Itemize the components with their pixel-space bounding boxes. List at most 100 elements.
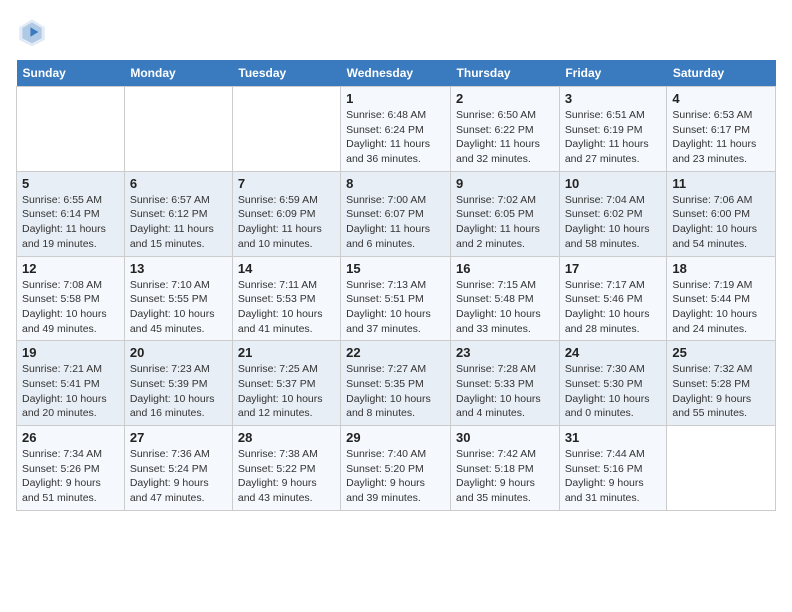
day-info: Sunrise: 7:13 AMSunset: 5:51 PMDaylight:… xyxy=(346,278,445,337)
calendar-cell: 19Sunrise: 7:21 AMSunset: 5:41 PMDayligh… xyxy=(17,341,125,426)
day-number: 25 xyxy=(672,345,770,360)
day-info: Sunrise: 7:23 AMSunset: 5:39 PMDaylight:… xyxy=(130,362,227,421)
day-info: Sunrise: 6:55 AMSunset: 6:14 PMDaylight:… xyxy=(22,193,119,252)
header-wednesday: Wednesday xyxy=(341,60,451,87)
calendar-cell: 18 Sunrise: 7:19 AMSunset: 5:44 PMDayligh… xyxy=(667,256,776,341)
calendar-cell: 27 Sunrise: 7:36 AMSunset: 5:24 PMDayligh… xyxy=(124,426,232,511)
calendar-week-2: 5 Sunrise: 6:55 AMSunset: 6:14 PMDaylight… xyxy=(17,171,776,256)
day-info: Sunrise: 7:00 AMSunset: 6:07 PMDaylight:… xyxy=(346,193,445,252)
day-info: Sunrise: 6:57 AMSunset: 6:12 PMDaylight:… xyxy=(130,193,227,252)
header-tuesday: Tuesday xyxy=(232,60,340,87)
calendar-cell: 6 Sunrise: 6:57 AMSunset: 6:12 PMDaylight… xyxy=(124,171,232,256)
calendar-cell: 21 Sunrise: 7:25 AMSunset: 5:37 PMDayligh… xyxy=(232,341,340,426)
calendar-cell: 25 Sunrise: 7:32 AMSunset: 5:28 PMDayligh… xyxy=(667,341,776,426)
logo xyxy=(16,16,52,48)
calendar-week-3: 12 Sunrise: 7:08 AMSunset: 5:58 PMDayligh… xyxy=(17,256,776,341)
day-number: 5 xyxy=(22,176,119,191)
calendar-table: SundayMondayTuesdayWednesdayThursdayFrid… xyxy=(16,60,776,511)
calendar-cell: 24 Sunrise: 7:30 AMSunset: 5:30 PMDayligh… xyxy=(559,341,667,426)
day-number: 9 xyxy=(456,176,554,191)
day-info: Sunrise: 7:19 AMSunset: 5:44 PMDaylight:… xyxy=(672,278,770,337)
calendar-cell: 10 Sunrise: 7:04 AMSunset: 6:02 PMDayligh… xyxy=(559,171,667,256)
day-number: 3 xyxy=(565,91,662,106)
day-number: 29 xyxy=(346,430,445,445)
day-info: Sunrise: 6:50 AMSunset: 6:22 PMDaylight:… xyxy=(456,108,554,167)
calendar-cell xyxy=(667,426,776,511)
day-info: Sunrise: 7:15 AMSunset: 5:48 PMDaylight:… xyxy=(456,278,554,337)
day-info: Sunrise: 7:17 AMSunset: 5:46 PMDaylight:… xyxy=(565,278,662,337)
day-number: 17 xyxy=(565,261,662,276)
calendar-week-5: 26Sunrise: 7:34 AMSunset: 5:26 PMDayligh… xyxy=(17,426,776,511)
calendar-cell: 3 Sunrise: 6:51 AMSunset: 6:19 PMDaylight… xyxy=(559,87,667,172)
day-info: Sunrise: 6:59 AMSunset: 6:09 PMDaylight:… xyxy=(238,193,335,252)
calendar-cell: 17 Sunrise: 7:17 AMSunset: 5:46 PMDayligh… xyxy=(559,256,667,341)
calendar-cell xyxy=(17,87,125,172)
day-info: Sunrise: 7:30 AMSunset: 5:30 PMDaylight:… xyxy=(565,362,662,421)
day-number: 22 xyxy=(346,345,445,360)
day-info: Sunrise: 7:11 AMSunset: 5:53 PMDaylight:… xyxy=(238,278,335,337)
calendar-cell xyxy=(232,87,340,172)
day-number: 27 xyxy=(130,430,227,445)
calendar-cell: 20Sunrise: 7:23 AMSunset: 5:39 PMDayligh… xyxy=(124,341,232,426)
day-number: 7 xyxy=(238,176,335,191)
day-info: Sunrise: 7:25 AMSunset: 5:37 PMDaylight:… xyxy=(238,362,335,421)
calendar-week-1: 1 Sunrise: 6:48 AMSunset: 6:24 PMDaylight… xyxy=(17,87,776,172)
calendar-cell: 14 Sunrise: 7:11 AMSunset: 5:53 PMDayligh… xyxy=(232,256,340,341)
day-number: 2 xyxy=(456,91,554,106)
calendar-cell: 22 Sunrise: 7:27 AMSunset: 5:35 PMDayligh… xyxy=(341,341,451,426)
day-number: 4 xyxy=(672,91,770,106)
day-number: 15 xyxy=(346,261,445,276)
day-number: 21 xyxy=(238,345,335,360)
header-monday: Monday xyxy=(124,60,232,87)
day-number: 24 xyxy=(565,345,662,360)
day-number: 1 xyxy=(346,91,445,106)
calendar-cell: 31 Sunrise: 7:44 AMSunset: 5:16 PMDayligh… xyxy=(559,426,667,511)
calendar-cell: 15 Sunrise: 7:13 AMSunset: 5:51 PMDayligh… xyxy=(341,256,451,341)
calendar-cell: 29 Sunrise: 7:40 AMSunset: 5:20 PMDayligh… xyxy=(341,426,451,511)
calendar-cell: 1 Sunrise: 6:48 AMSunset: 6:24 PMDaylight… xyxy=(341,87,451,172)
calendar-cell: 9 Sunrise: 7:02 AMSunset: 6:05 PMDaylight… xyxy=(451,171,560,256)
calendar-cell: 4 Sunrise: 6:53 AMSunset: 6:17 PMDaylight… xyxy=(667,87,776,172)
day-info: Sunrise: 6:48 AMSunset: 6:24 PMDaylight:… xyxy=(346,108,445,167)
calendar-week-4: 19Sunrise: 7:21 AMSunset: 5:41 PMDayligh… xyxy=(17,341,776,426)
day-info: Sunrise: 7:27 AMSunset: 5:35 PMDaylight:… xyxy=(346,362,445,421)
day-number: 12 xyxy=(22,261,119,276)
day-info: Sunrise: 7:06 AMSunset: 6:00 PMDaylight:… xyxy=(672,193,770,252)
header-friday: Friday xyxy=(559,60,667,87)
day-info: Sunrise: 7:40 AMSunset: 5:20 PMDaylight:… xyxy=(346,447,445,506)
calendar-cell: 8Sunrise: 7:00 AMSunset: 6:07 PMDaylight… xyxy=(341,171,451,256)
day-info: Sunrise: 7:44 AMSunset: 5:16 PMDaylight:… xyxy=(565,447,662,506)
day-number: 18 xyxy=(672,261,770,276)
calendar-cell: 30Sunrise: 7:42 AMSunset: 5:18 PMDayligh… xyxy=(451,426,560,511)
day-info: Sunrise: 7:36 AMSunset: 5:24 PMDaylight:… xyxy=(130,447,227,506)
day-number: 19 xyxy=(22,345,119,360)
day-number: 16 xyxy=(456,261,554,276)
day-number: 28 xyxy=(238,430,335,445)
day-number: 31 xyxy=(565,430,662,445)
day-number: 23 xyxy=(456,345,554,360)
calendar-cell xyxy=(124,87,232,172)
day-number: 14 xyxy=(238,261,335,276)
day-info: Sunrise: 7:38 AMSunset: 5:22 PMDaylight:… xyxy=(238,447,335,506)
day-number: 10 xyxy=(565,176,662,191)
day-info: Sunrise: 7:28 AMSunset: 5:33 PMDaylight:… xyxy=(456,362,554,421)
calendar-cell: 11Sunrise: 7:06 AMSunset: 6:00 PMDayligh… xyxy=(667,171,776,256)
day-info: Sunrise: 7:32 AMSunset: 5:28 PMDaylight:… xyxy=(672,362,770,421)
calendar-cell: 2 Sunrise: 6:50 AMSunset: 6:22 PMDaylight… xyxy=(451,87,560,172)
day-info: Sunrise: 6:53 AMSunset: 6:17 PMDaylight:… xyxy=(672,108,770,167)
header-sunday: Sunday xyxy=(17,60,125,87)
day-info: Sunrise: 7:08 AMSunset: 5:58 PMDaylight:… xyxy=(22,278,119,337)
day-number: 13 xyxy=(130,261,227,276)
day-number: 6 xyxy=(130,176,227,191)
day-info: Sunrise: 7:10 AMSunset: 5:55 PMDaylight:… xyxy=(130,278,227,337)
calendar-cell: 16 Sunrise: 7:15 AMSunset: 5:48 PMDayligh… xyxy=(451,256,560,341)
header-saturday: Saturday xyxy=(667,60,776,87)
calendar-cell: 23 Sunrise: 7:28 AMSunset: 5:33 PMDayligh… xyxy=(451,341,560,426)
day-info: Sunrise: 6:51 AMSunset: 6:19 PMDaylight:… xyxy=(565,108,662,167)
day-info: Sunrise: 7:02 AMSunset: 6:05 PMDaylight:… xyxy=(456,193,554,252)
header-thursday: Thursday xyxy=(451,60,560,87)
calendar-cell: 7 Sunrise: 6:59 AMSunset: 6:09 PMDaylight… xyxy=(232,171,340,256)
day-info: Sunrise: 7:04 AMSunset: 6:02 PMDaylight:… xyxy=(565,193,662,252)
logo-icon xyxy=(16,16,48,48)
day-info: Sunrise: 7:42 AMSunset: 5:18 PMDaylight:… xyxy=(456,447,554,506)
